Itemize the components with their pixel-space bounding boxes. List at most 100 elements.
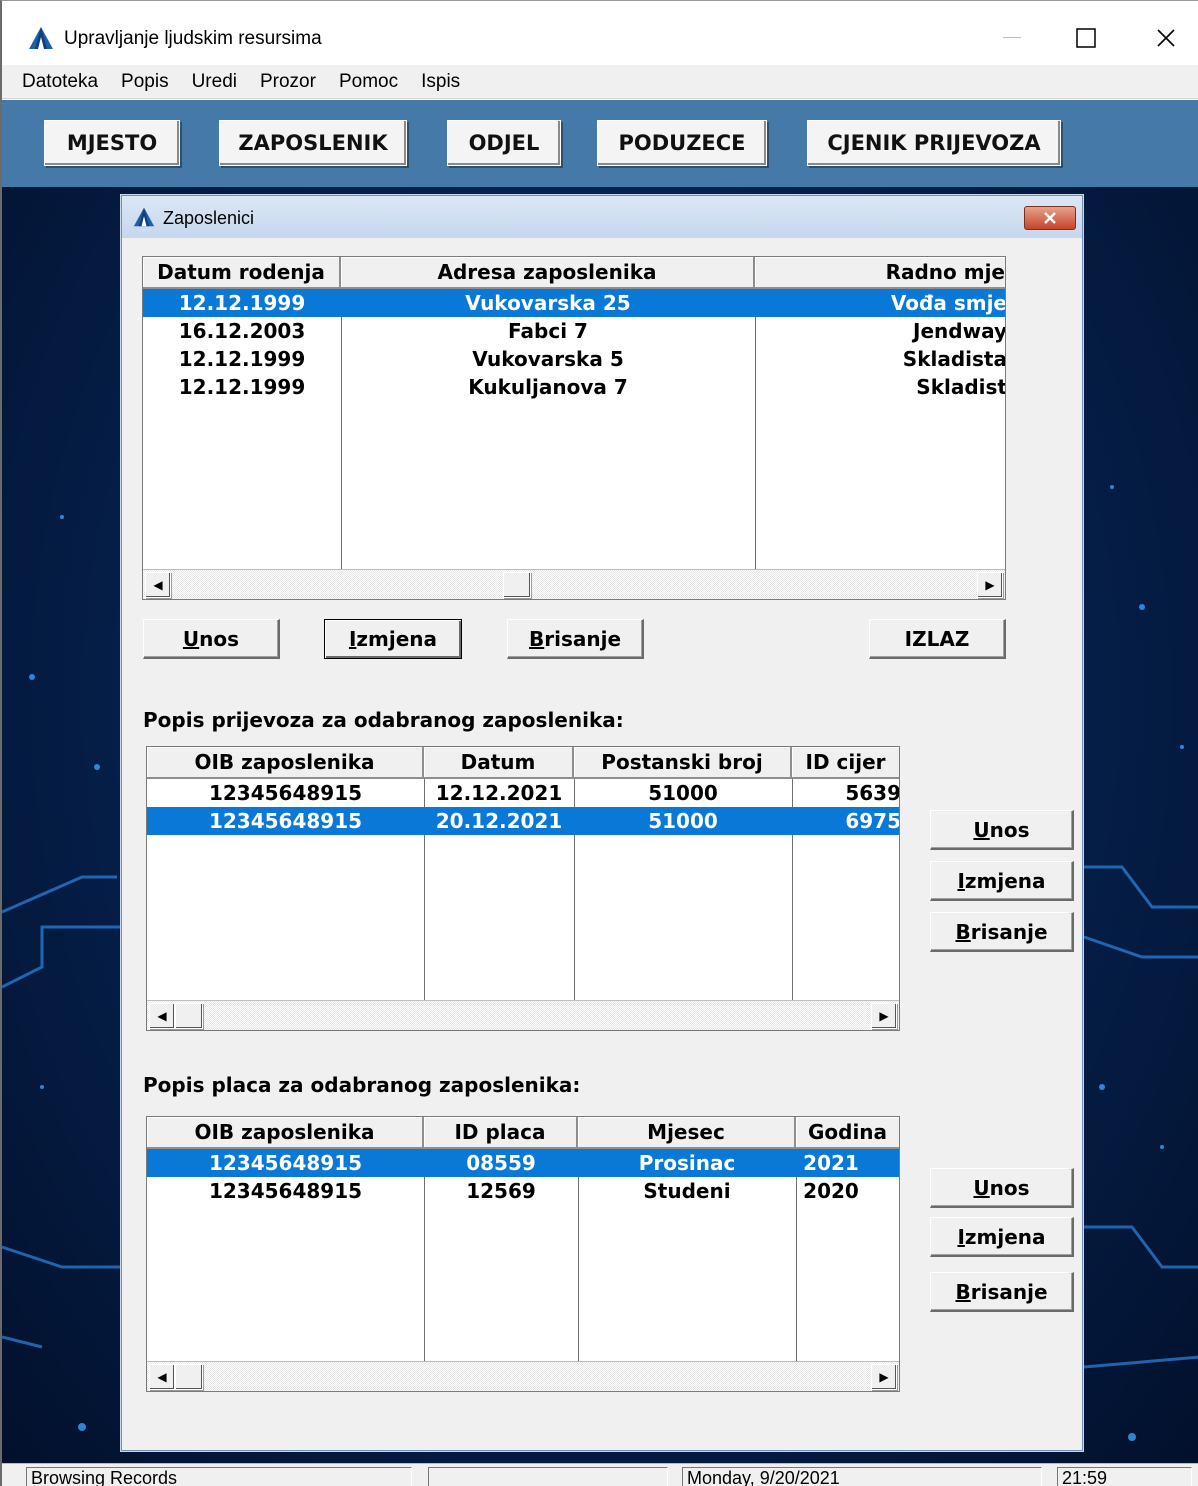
button-label: risanje xyxy=(970,1279,1048,1304)
menu-datoteka[interactable]: Datoteka xyxy=(22,71,98,93)
menu-uredi[interactable]: Uredi xyxy=(192,71,237,93)
menu-popis[interactable]: Popis xyxy=(121,71,169,93)
table-row[interactable]: 12.12.1999 Vukovarska 5 Skladista xyxy=(143,345,1005,373)
transport-brisanje-button[interactable]: Brisanje xyxy=(930,912,1074,952)
menu-ispis[interactable]: Ispis xyxy=(421,71,460,93)
table-cell: Prosinac xyxy=(638,1151,736,1175)
column-header[interactable]: Radno mje xyxy=(755,257,1005,289)
izlaz-button[interactable]: IZLAZ xyxy=(869,619,1006,659)
table-row[interactable]: 12345648915 12.12.2021 51000 5639 xyxy=(147,779,899,807)
table-cell: 2021 xyxy=(803,1151,859,1175)
arrow-right-icon: ▶ xyxy=(879,1009,889,1023)
arrow-right-icon: ▶ xyxy=(879,1370,889,1384)
button-label: risanje xyxy=(970,919,1048,944)
scroll-left-button[interactable]: ◀ xyxy=(149,1003,175,1029)
odjel-button[interactable]: ODJEL xyxy=(447,120,561,166)
button-label-hotkey: B xyxy=(528,626,545,651)
salary-brisanje-button[interactable]: Brisanje xyxy=(930,1272,1074,1312)
table-row[interactable]: 16.12.2003 Fabci 7 Jendway xyxy=(143,317,1005,345)
dialog-close-button[interactable] xyxy=(1024,206,1076,230)
table-cell: 12345648915 xyxy=(208,809,363,833)
cjenik-prijevoza-button[interactable]: CJENIK PRIJEVOZA xyxy=(807,120,1061,166)
scroll-left-button[interactable]: ◀ xyxy=(145,572,171,598)
status-bar: Browsing Records Monday, 9/20/2021 21:59 xyxy=(2,1463,1198,1486)
status-date: Monday, 9/20/2021 xyxy=(682,1467,1042,1486)
scroll-right-button[interactable]: ▶ xyxy=(871,1364,897,1390)
table-row[interactable]: 12.12.1999 Kukuljanova 7 Skladist xyxy=(143,373,1006,401)
button-label-hotkey: U xyxy=(973,1175,990,1200)
table-cell: Studeni xyxy=(643,1179,731,1203)
column-header[interactable]: Adresa zaposlenika xyxy=(341,257,755,289)
scroll-thumb[interactable] xyxy=(175,1364,203,1390)
employees-horizontal-scrollbar[interactable]: ◀ ▶ xyxy=(143,569,1005,599)
table-row[interactable]: 12.12.1999 Vukovarska 25 Vođa smje xyxy=(143,289,1006,317)
menu-pomoc[interactable]: Pomoc xyxy=(339,71,398,93)
column-header[interactable]: ID placa xyxy=(424,1117,578,1149)
employees-list[interactable]: Datum rodenja Adresa zaposlenika Radno m… xyxy=(142,256,1006,600)
table-cell: 12.12.2021 xyxy=(435,781,563,805)
transport-unos-button[interactable]: Unos xyxy=(930,810,1074,850)
scroll-thumb[interactable] xyxy=(503,572,531,598)
button-label-hotkey: U xyxy=(182,626,200,651)
maximize-button[interactable] xyxy=(1056,15,1116,61)
mjesto-button[interactable]: MJESTO xyxy=(44,120,180,166)
dialog-title: Zaposlenici xyxy=(163,208,255,228)
close-icon xyxy=(1044,212,1056,224)
maximize-icon xyxy=(1076,28,1096,48)
table-cell: 12.12.1999 xyxy=(178,291,306,315)
scroll-thumb[interactable] xyxy=(175,1003,203,1029)
table-cell: 16.12.2003 xyxy=(178,319,306,343)
table-cell: Skladist xyxy=(916,375,1006,399)
table-cell: 51000 xyxy=(648,809,718,833)
employees-rows: 12.12.1999 Vukovarska 25 Vođa smje 16.12… xyxy=(143,289,1006,401)
minimize-button[interactable] xyxy=(982,15,1042,61)
table-cell: 12.12.1999 xyxy=(178,375,306,399)
unos-button[interactable]: Unos xyxy=(143,619,280,659)
column-header[interactable]: Mjesec xyxy=(578,1117,796,1149)
scroll-left-button[interactable]: ◀ xyxy=(149,1364,175,1390)
dialog-title-bar: Zaposlenici xyxy=(122,196,1082,238)
salary-unos-button[interactable]: Unos xyxy=(930,1168,1074,1208)
salary-horizontal-scrollbar[interactable]: ◀ ▶ xyxy=(147,1361,899,1391)
salary-rows: 12345648915 08559 Prosinac 2021 12345648… xyxy=(147,1149,899,1205)
button-label-hotkey: U xyxy=(973,817,990,842)
transport-izmjena-button[interactable]: Izmjena xyxy=(930,861,1074,901)
transport-list[interactable]: OIB zaposlenika Datum Postanski broj ID … xyxy=(146,746,900,1031)
column-header[interactable]: ID cijer xyxy=(792,747,899,779)
column-header[interactable]: Datum rodenja xyxy=(143,257,341,289)
poduzece-button[interactable]: PODUZECE xyxy=(597,120,767,166)
column-header[interactable]: OIB zaposlenika xyxy=(147,747,424,779)
column-header[interactable]: OIB zaposlenika xyxy=(147,1117,424,1149)
table-cell: Vođa smje xyxy=(890,291,1006,315)
close-button[interactable] xyxy=(1136,15,1196,61)
table-row[interactable]: 12345648915 08559 Prosinac 2021 xyxy=(147,1149,899,1177)
zaposlenici-dialog: Zaposlenici Datum rodenja Adresa zaposle… xyxy=(121,195,1083,1451)
app-logo-icon xyxy=(29,27,53,49)
employees-header: Datum rodenja Adresa zaposlenika Radno m… xyxy=(143,257,1005,289)
column-header[interactable]: Postanski broj xyxy=(574,747,792,779)
zaposlenik-button[interactable]: ZAPOSLENIK xyxy=(219,120,407,166)
title-bar: Upravljanje ljudskim resursima xyxy=(2,1,1198,73)
table-row[interactable]: 12345648915 12569 Studeni 2020 xyxy=(147,1177,899,1205)
column-header[interactable]: Datum xyxy=(424,747,574,779)
app-logo-icon xyxy=(133,207,155,227)
salary-izmjena-button[interactable]: Izmjena xyxy=(930,1217,1074,1257)
window-title: Upravljanje ljudskim resursima xyxy=(64,28,322,49)
status-mode: Browsing Records xyxy=(26,1467,412,1486)
transport-horizontal-scrollbar[interactable]: ◀ ▶ xyxy=(147,1000,899,1030)
button-label: zmjena xyxy=(964,868,1046,893)
scroll-right-button[interactable]: ▶ xyxy=(977,572,1003,598)
brisanje-button[interactable]: Brisanje xyxy=(507,619,644,659)
table-cell: 6975 xyxy=(845,809,900,833)
button-label: risanje xyxy=(544,626,622,651)
menu-prozor[interactable]: Prozor xyxy=(260,71,316,93)
table-cell: 12.12.1999 xyxy=(178,347,306,371)
button-label-hotkey: I xyxy=(957,868,965,893)
izmjena-button[interactable]: Izmjena xyxy=(324,619,462,659)
button-label: nos xyxy=(989,1175,1030,1200)
scroll-right-button[interactable]: ▶ xyxy=(871,1003,897,1029)
salary-list[interactable]: OIB zaposlenika ID placa Mjesec Godina 1… xyxy=(146,1116,900,1392)
close-icon xyxy=(1157,29,1175,47)
table-row[interactable]: 12345648915 20.12.2021 51000 6975 xyxy=(147,807,900,835)
column-header[interactable]: Godina xyxy=(796,1117,899,1149)
